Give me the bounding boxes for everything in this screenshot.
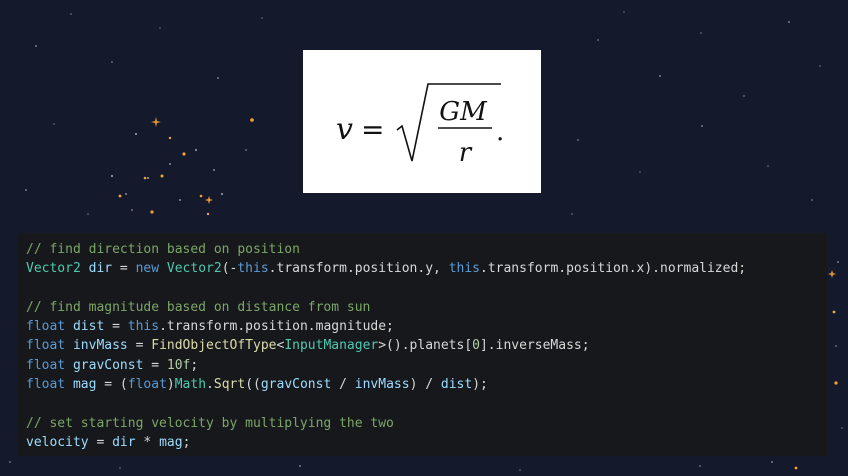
code-token-keyword: float xyxy=(26,319,66,335)
code-token-plain: / xyxy=(331,377,355,393)
code-token-var: dist xyxy=(440,377,473,393)
code-token-keyword: this xyxy=(448,261,480,277)
code-token-keyword: float xyxy=(26,357,66,373)
code-token-plain: >().planets[ xyxy=(378,338,473,354)
code-token-comment: // set starting velocity by multiplying … xyxy=(26,415,394,431)
code-line: // find magnitude based on distance from… xyxy=(26,298,827,317)
code-token-comment: // find direction based on position xyxy=(26,242,300,257)
code-line: // set starting velocity by multiplying … xyxy=(26,414,827,433)
code-token-plain: ; xyxy=(182,434,191,450)
code-line: float dist = this.transform.position.mag… xyxy=(26,317,827,336)
formula-graphic: v = GM r . xyxy=(336,83,504,168)
code-token-plain: ) xyxy=(166,377,175,393)
code-token-func: FindObjectOfType xyxy=(151,338,277,354)
code-token-plain: .transform.position.magnitude; xyxy=(159,319,394,335)
code-token-var: gravConst xyxy=(260,377,332,393)
orbital-velocity-formula: v = GM r . xyxy=(303,50,541,193)
code-lines: // find direction based on position Vecto… xyxy=(26,240,827,452)
code-token-plain: = xyxy=(143,357,167,373)
code-token-type: Math xyxy=(174,377,207,393)
code-token-plain: = xyxy=(112,261,136,277)
code-token-func: Sqrt xyxy=(213,377,246,393)
code-line: // find direction based on position xyxy=(26,240,827,259)
formula-period: . xyxy=(496,117,504,147)
code-token-plain: (( xyxy=(245,377,261,393)
formula-numerator: GM xyxy=(439,97,488,127)
code-token-var: invMass xyxy=(72,338,128,354)
code-token-var: gravConst xyxy=(72,357,144,373)
code-token-type: Vector2 xyxy=(166,261,222,277)
code-token-keyword: this xyxy=(127,319,160,335)
code-token-var: dir xyxy=(88,261,113,277)
code-line: float invMass = FindObjectOfType<InputMa… xyxy=(26,336,827,355)
code-token-keyword: float xyxy=(26,377,66,393)
code-token-plain: = xyxy=(127,338,152,354)
code-token-var: velocity xyxy=(26,434,89,450)
code-token-plain: * xyxy=(135,434,160,450)
code-token-num: 0 xyxy=(472,338,480,354)
code-token-plain: ].inverseMass; xyxy=(479,338,590,354)
code-token-var: dist xyxy=(72,319,105,335)
code-line: velocity = dir * mag; xyxy=(26,433,827,452)
code-token-var: mag xyxy=(159,434,183,450)
formula-equals: = xyxy=(361,113,384,146)
code-token-var: dir xyxy=(112,434,136,450)
code-token-type: InputManager xyxy=(284,338,379,354)
code-token-plain: ); xyxy=(472,377,488,393)
code-token-plain: (- xyxy=(221,261,238,277)
code-token-keyword: float xyxy=(26,338,66,354)
code-token-type: Vector2 xyxy=(26,261,81,277)
code-token-comment: // find magnitude based on distance from… xyxy=(26,299,371,315)
code-token-plain: = xyxy=(88,434,113,450)
code-token-plain: .transform.position.x).normalized; xyxy=(480,261,747,277)
code-token-num: 10f xyxy=(166,357,191,373)
formula-lhs: v xyxy=(336,112,353,147)
code-token-keyword: float xyxy=(127,377,167,393)
code-token-var: invMass xyxy=(354,377,410,393)
code-token-plain: = xyxy=(104,319,128,335)
code-token-var: mag xyxy=(72,377,97,393)
code-token-keyword: new xyxy=(135,261,160,277)
code-token-plain: ) / xyxy=(409,377,441,393)
code-line: float gravConst = 10f; xyxy=(26,356,827,375)
code-token-plain: . xyxy=(206,377,214,393)
code-token-keyword: this xyxy=(237,261,269,277)
code-token-plain: ; xyxy=(190,357,199,373)
code-line: Vector2 dir = new Vector2(-this.transfor… xyxy=(26,259,827,278)
code-token-plain: = ( xyxy=(96,377,128,393)
code-snippet-panel: // find direction based on position Vecto… xyxy=(17,233,827,456)
code-token-plain: .transform.position.y, xyxy=(268,261,449,277)
formula-denominator: r xyxy=(459,138,473,168)
code-line: float mag = (float)Math.Sqrt((gravConst … xyxy=(26,375,827,394)
